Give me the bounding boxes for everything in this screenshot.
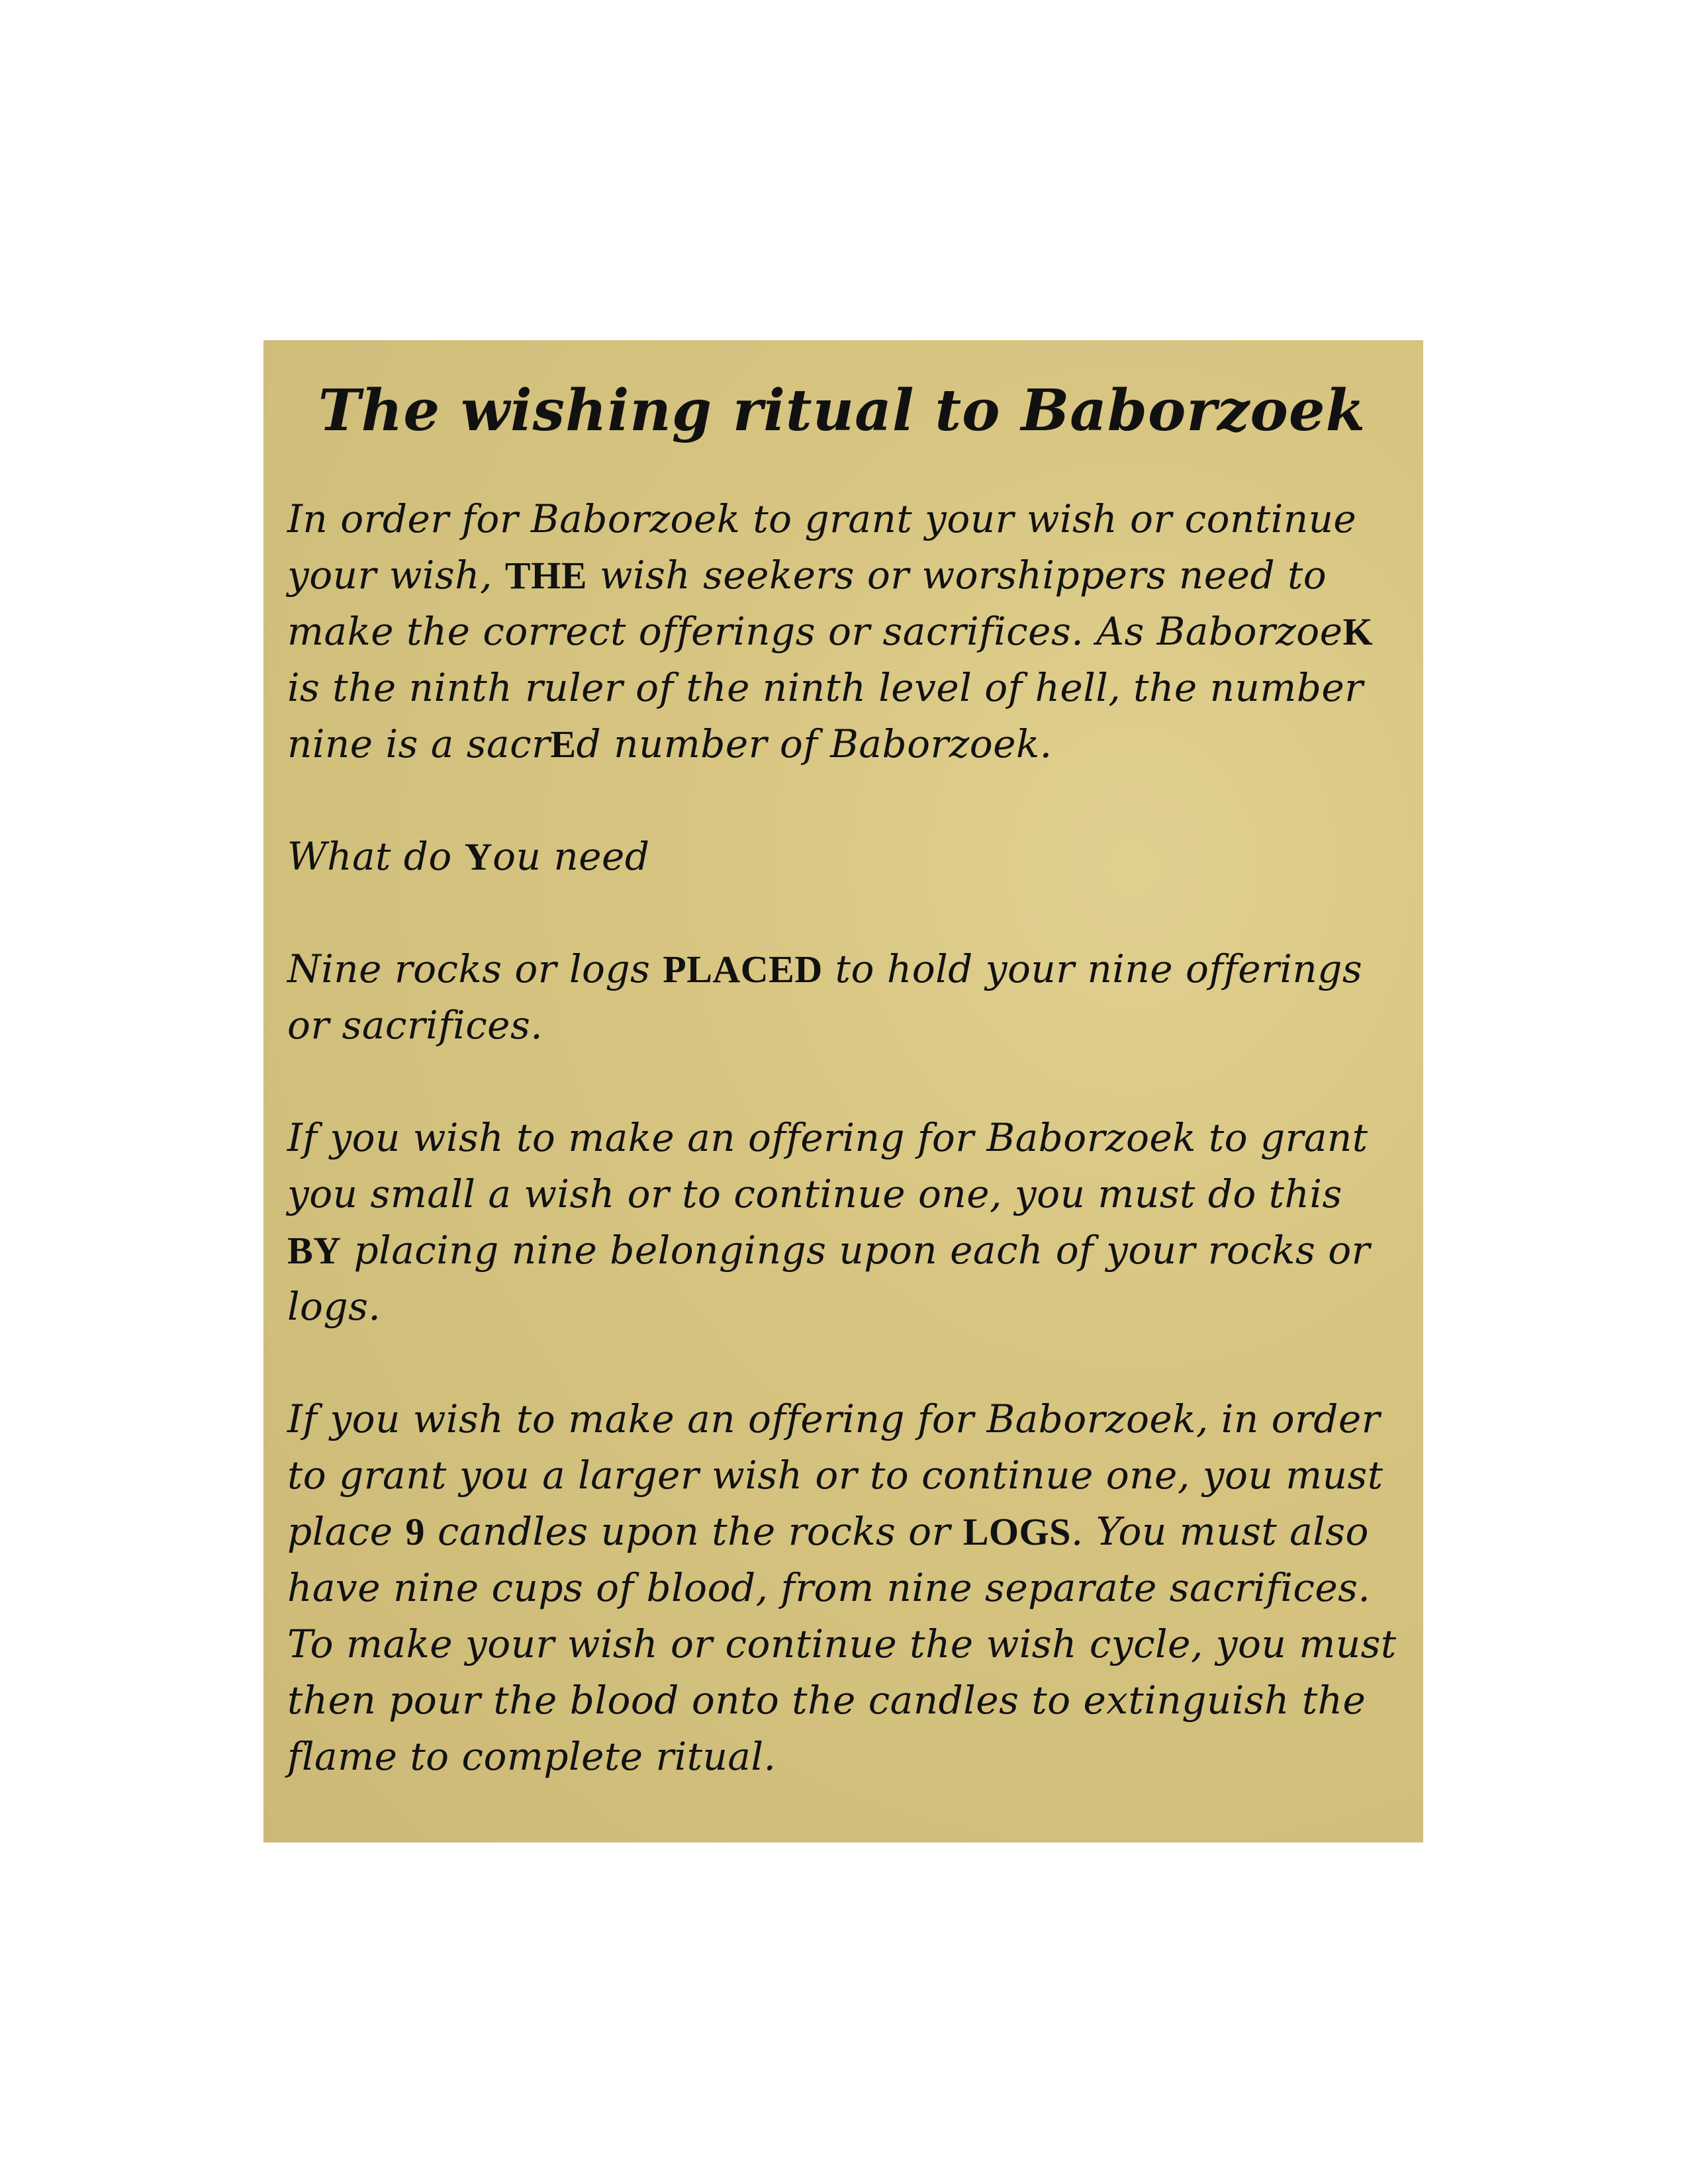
paragraph-2: What do You need bbox=[287, 829, 1397, 885]
text-run: If you wish to make an offering for Babo… bbox=[287, 1115, 1368, 1217]
paragraph-3: Nine rocks or logs PLACED to hold your n… bbox=[287, 941, 1397, 1054]
emphasis-run: THE bbox=[504, 554, 587, 598]
emphasis-run: PLACED bbox=[663, 948, 823, 991]
text-run: d number of Baborzoek. bbox=[576, 721, 1053, 767]
text-run: Nine rocks or logs bbox=[287, 946, 663, 992]
parchment-panel: The wishing ritual to Baborzoek In order… bbox=[263, 340, 1423, 1843]
text-run: What do bbox=[287, 834, 465, 880]
emphasis-run: LOGS bbox=[962, 1510, 1071, 1554]
text-run: ou need bbox=[492, 834, 650, 880]
paragraph-5: If you wish to make an offering for Babo… bbox=[287, 1391, 1397, 1785]
page-title: The wishing ritual to Baborzoek bbox=[318, 377, 1366, 444]
ritual-text-body: In order for Baborzoek to grant your wis… bbox=[287, 491, 1397, 1785]
paragraph-1: In order for Baborzoek to grant your wis… bbox=[287, 491, 1397, 772]
text-run: candles upon the rocks or bbox=[425, 1509, 963, 1555]
emphasis-run: 9 bbox=[405, 1510, 426, 1554]
text-run: placing nine belongings upon each of you… bbox=[287, 1228, 1370, 1330]
emphasis-run: BY bbox=[287, 1229, 342, 1273]
emphasis-run: K bbox=[1342, 610, 1374, 654]
emphasis-run: Y bbox=[464, 835, 493, 879]
paragraph-4: If you wish to make an offering for Babo… bbox=[287, 1110, 1397, 1335]
emphasis-run: E bbox=[550, 723, 577, 766]
